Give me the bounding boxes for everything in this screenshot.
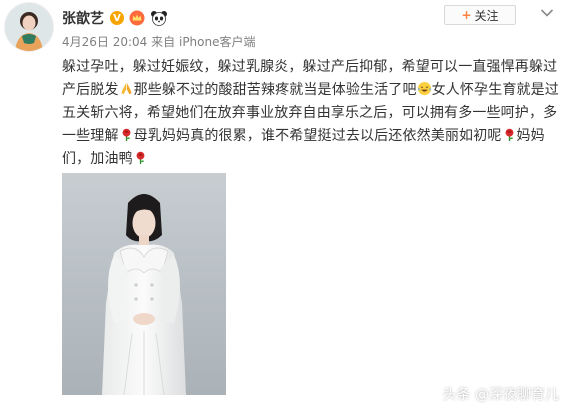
follow-button[interactable]: + 关注 <box>444 5 516 25</box>
avatar-image <box>5 3 53 51</box>
laughing-tears-icon <box>417 81 431 96</box>
rose-icon <box>505 128 513 142</box>
post-photo-image <box>62 173 226 395</box>
post-source[interactable]: iPhone客户端 <box>179 35 256 49</box>
author-row: 张歆艺 V <box>62 8 172 28</box>
watermark: 头条 @深夜聊育儿 <box>443 384 559 404</box>
chevron-down-icon[interactable] <box>540 8 554 18</box>
follow-button-label: 关注 <box>474 8 499 23</box>
post-meta: 4月26日 20:04 来自 iPhone客户端 <box>62 33 256 50</box>
plus-icon: + <box>461 8 472 22</box>
watermark-text: 头条 @深夜聊育儿 <box>442 387 559 403</box>
post-photo[interactable] <box>62 173 226 395</box>
crown-badge-icon[interactable] <box>128 10 146 26</box>
post-text: 躲过孕吐，躲过妊娠纹，躲过乳腺炎，躲过产后抑郁，希望可以一直强悍再躲过产后脱发那… <box>62 56 566 171</box>
author-name[interactable]: 张歆艺 <box>62 8 104 28</box>
verified-icon: V <box>110 11 124 25</box>
post-text-segment-2: 那些躲不过的酸甜苦辣疼就当是体验生活了吧 <box>133 82 417 98</box>
rose-icon <box>122 128 131 142</box>
post-text-segment-4: 母乳妈妈真的很累，谁不希望挺过去以后还依然美丽如初呢 <box>133 128 502 144</box>
avatar[interactable] <box>4 2 54 52</box>
praying-hands-icon <box>120 82 132 95</box>
panda-icon[interactable] <box>150 10 168 26</box>
source-prefix: 来自 <box>151 35 176 49</box>
post-timestamp[interactable]: 4月26日 20:04 <box>62 35 147 49</box>
rose-icon <box>136 151 145 165</box>
